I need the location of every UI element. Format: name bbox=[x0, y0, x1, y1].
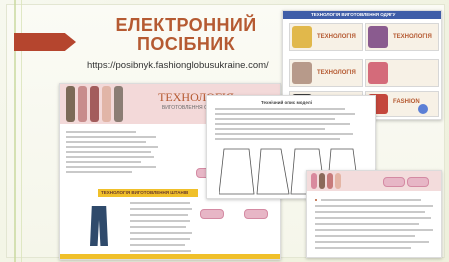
nav-pill-button[interactable] bbox=[200, 209, 224, 219]
model-figure bbox=[368, 26, 388, 48]
text-line bbox=[66, 156, 154, 158]
slide-title: ЕЛЕКТРОННИЙ ПОСІБНИК bbox=[106, 16, 266, 54]
model-figure bbox=[292, 26, 312, 48]
text-line bbox=[315, 211, 425, 213]
text-line bbox=[66, 146, 158, 148]
text-line bbox=[215, 113, 355, 115]
text-line bbox=[215, 108, 345, 110]
trousers-illustration bbox=[90, 206, 108, 246]
model-figure bbox=[335, 173, 341, 189]
text-line bbox=[130, 238, 190, 240]
text-line bbox=[66, 161, 141, 163]
model-figure bbox=[368, 62, 388, 84]
nav-pill-button[interactable] bbox=[407, 177, 429, 187]
page-heading: Технічний опис моделі bbox=[261, 100, 312, 105]
text-line bbox=[66, 151, 151, 153]
model-figure bbox=[327, 173, 333, 189]
bullet-icon bbox=[315, 199, 317, 201]
text-line bbox=[315, 241, 429, 243]
text-line bbox=[66, 171, 132, 173]
text-line bbox=[315, 223, 419, 225]
text-line bbox=[215, 128, 325, 130]
pattern-piece bbox=[219, 148, 255, 195]
text-line bbox=[66, 166, 156, 168]
model-figure bbox=[114, 86, 123, 122]
text-line bbox=[130, 250, 191, 252]
model-figure bbox=[78, 86, 87, 122]
card-title: FASHION bbox=[393, 99, 420, 105]
thumbnail-card[interactable] bbox=[365, 59, 439, 87]
model-figure bbox=[90, 86, 99, 122]
text-line bbox=[130, 244, 185, 246]
nav-pill-button[interactable] bbox=[244, 209, 268, 219]
thumbnail-card[interactable]: ТЕХНОЛОГІЯ bbox=[289, 23, 363, 51]
cursor-icon bbox=[418, 104, 428, 114]
model-figure bbox=[311, 173, 317, 189]
text-line bbox=[130, 232, 192, 234]
thumbnail-card[interactable]: ТЕХНОЛОГІЯ bbox=[365, 23, 439, 51]
page-banner bbox=[307, 171, 441, 191]
slide-title-line1: ЕЛЕКТРОННИЙ bbox=[115, 15, 257, 35]
card-title: ТЕХНОЛОГІЯ bbox=[317, 70, 356, 76]
text-line bbox=[130, 208, 192, 210]
text-line bbox=[315, 247, 411, 249]
card-title: ТЕХНОЛОГІЯ bbox=[393, 34, 432, 40]
thumbnail-card[interactable]: ТЕХНОЛОГІЯ bbox=[289, 59, 363, 87]
text-line bbox=[130, 220, 190, 222]
pattern-piece bbox=[256, 148, 290, 195]
thumbnail-card[interactable]: FASHION bbox=[365, 91, 439, 117]
text-line bbox=[130, 202, 190, 204]
model-figure bbox=[292, 62, 312, 84]
card-title: ТЕХНОЛОГІЯ bbox=[317, 34, 356, 40]
nav-pill-button[interactable] bbox=[383, 177, 405, 187]
text-line bbox=[130, 214, 188, 216]
text-line bbox=[215, 118, 335, 120]
text-line bbox=[66, 131, 136, 133]
slide-url[interactable]: https://posibnyk.fashionglobusukraine.co… bbox=[87, 60, 269, 71]
text-line bbox=[321, 199, 421, 201]
text-line bbox=[130, 226, 186, 228]
model-figure bbox=[66, 86, 75, 122]
text-line bbox=[66, 136, 156, 138]
text-line bbox=[315, 235, 415, 237]
manual-page-bottom-right bbox=[306, 170, 442, 258]
text-line bbox=[215, 123, 350, 125]
footer-bar bbox=[60, 254, 280, 259]
section-heading: ТЕХНОЛОГІЯ ВИГОТОВЛЕННЯ ШТАНІВ bbox=[101, 190, 189, 195]
page-header-title: ТЕХНОЛОГІЯ ВИГОТОВЛЕННЯ ОДЯГУ bbox=[311, 12, 396, 17]
text-line bbox=[66, 141, 146, 143]
arrow-accent bbox=[14, 33, 76, 51]
text-line bbox=[315, 205, 433, 207]
text-line bbox=[215, 138, 340, 140]
text-line bbox=[215, 133, 353, 135]
model-figure bbox=[319, 173, 325, 189]
slide-title-line2: ПОСІБНИК bbox=[137, 34, 235, 54]
presentation-slide: ЕЛЕКТРОННИЙ ПОСІБНИК https://posibnyk.fa… bbox=[0, 0, 449, 262]
model-figure bbox=[102, 86, 111, 122]
text-line bbox=[315, 217, 431, 219]
text-line bbox=[315, 229, 433, 231]
